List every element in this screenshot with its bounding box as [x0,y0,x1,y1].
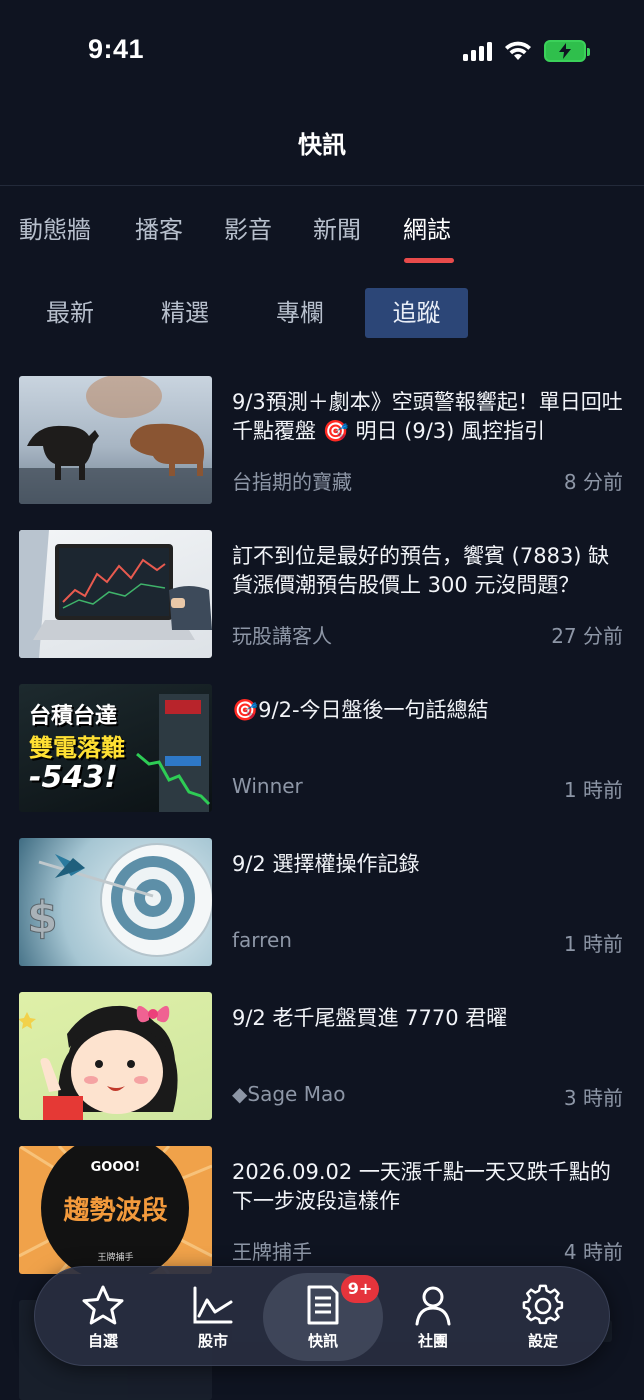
chart-line-icon [193,1286,233,1323]
page-title: 快訊 [298,131,346,159]
feed-item-title: 9/3預測＋劇本》空頭警報響起！單日回吐千點覆盤 🎯 明日 (9/3) 風控指引 [232,390,623,443]
sub-tabs: 最新 精選 專欄 追蹤 [0,288,644,340]
subtab-featured[interactable]: 精選 [141,288,229,338]
feed-item-time: 8 分前 [563,470,623,494]
nav-community[interactable]: 社團 [383,1267,483,1367]
feed-item-author[interactable]: 台指期的寶藏 [232,466,352,495]
subtab-column[interactable]: 專欄 [256,288,344,338]
svg-text:$: $ [27,892,58,943]
feed-item-title: 2026.09.02 一天漲千點一天又跌千點的下一步波段這樣作 [232,1160,611,1213]
gear-icon [522,1284,564,1324]
nav-news[interactable]: 快訊 9+ [263,1273,383,1361]
star-icon [82,1285,124,1324]
feed-item[interactable]: $ 9/2 選擇權操作記錄 farren 1 時前 [0,838,644,968]
tab-feed-wall[interactable]: 動態牆 [19,210,91,245]
notification-badge: 9+ [341,1275,379,1303]
thumbnail-caption-3: 王牌捕手 [97,1253,134,1263]
battery-charging-icon [544,40,590,62]
feed-item[interactable]: 台積台達 雙電落難 -543! 🎯9/2-今日盤後一句話總結 Winner 1 … [0,684,644,814]
laptop-chart-thumbnail [19,530,212,658]
feed-item-author[interactable]: farren [232,928,292,952]
feed-item[interactable]: 9/2 老千尾盤買進 7770 君曜 ◆Sage Mao 3 時前 [0,992,644,1122]
cartoon-girl-thumbnail [19,992,212,1120]
page-header: 快訊 [0,100,644,186]
feed-item-title: 訂不到位是最好的預告，饗賓 (7883) 缺貨漲價潮預告股價上 300 元沒問題… [232,544,610,597]
main-tabs: 動態牆 播客 影音 新聞 網誌 [0,200,644,270]
news-icon [307,1285,339,1324]
subtab-latest[interactable]: 最新 [26,288,114,338]
thumbnail-caption-1: 台積台達 [29,704,118,729]
wifi-icon [505,41,531,60]
nav-label: 股市 [197,1331,228,1350]
nav-label: 快訊 [307,1331,338,1350]
feed-item[interactable]: 訂不到位是最好的預告，饗賓 (7883) 缺貨漲價潮預告股價上 300 元沒問題… [0,530,644,660]
feed-item-time: 4 時前 [563,1240,623,1264]
target-dart-thumbnail: $ [19,838,212,966]
feed-item-author[interactable]: 玩股講客人 [232,620,332,649]
feed-item-author[interactable]: Winner [232,774,303,798]
feed-item-time: 27 分前 [551,624,623,648]
nav-watchlist[interactable]: 自選 [53,1267,153,1367]
feed-item-time: 3 時前 [563,1086,623,1110]
thumbnail-caption-2: 趨勢波段 [63,1196,168,1226]
subtab-following[interactable]: 追蹤 [365,288,468,338]
status-time: 9:41 [88,34,145,64]
feed-item[interactable]: GOOO! 趨勢波段 王牌捕手 2026.09.02 一天漲千點一天又跌千點的下… [0,1146,644,1276]
feed-item-title: 9/2 選擇權操作記錄 [232,852,420,876]
thumbnail-caption-3: -543! [29,760,118,795]
feed-item-time: 1 時前 [563,778,623,802]
feed-item-author[interactable]: 王牌捕手 [232,1236,312,1265]
status-bar: 9:41 [0,0,644,100]
tab-podcast[interactable]: 播客 [135,210,183,245]
thumbnail-caption-2: 雙電落難 [29,734,125,762]
status-icons [463,40,590,62]
nav-label: 自選 [87,1331,118,1350]
cellular-signal-icon [463,41,492,61]
feed-item-author[interactable]: ◆Sage Mao [232,1082,345,1106]
feed-item-title: 9/2 老千尾盤買進 7770 君曜 [232,1006,508,1030]
tab-blog[interactable]: 網誌 [403,210,451,245]
tab-news[interactable]: 新聞 [313,210,361,245]
feed-item-title: 🎯9/2-今日盤後一句話總結 [232,698,489,722]
tab-video[interactable]: 影音 [224,210,272,245]
feed-item-time: 1 時前 [563,932,623,956]
thumbnail-caption-1: GOOO! [90,1160,141,1175]
feed-item[interactable]: 9/3預測＋劇本》空頭警報響起！單日回吐千點覆盤 🎯 明日 (9/3) 風控指引… [0,376,644,506]
trend-swing-thumbnail: GOOO! 趨勢波段 王牌捕手 [19,1146,212,1274]
nav-label: 設定 [527,1331,558,1350]
tsmc-delta-thumbnail: 台積台達 雙電落難 -543! [19,684,212,812]
active-tab-indicator [404,258,454,263]
bottom-nav: 自選 股市 快訊 9+ 社團 設定 [34,1266,610,1366]
nav-label: 社團 [417,1331,448,1350]
nav-stock-market[interactable]: 股市 [163,1267,263,1367]
nav-settings[interactable]: 設定 [493,1267,593,1367]
bull-bear-thumbnail [19,376,212,504]
person-icon [415,1286,451,1325]
